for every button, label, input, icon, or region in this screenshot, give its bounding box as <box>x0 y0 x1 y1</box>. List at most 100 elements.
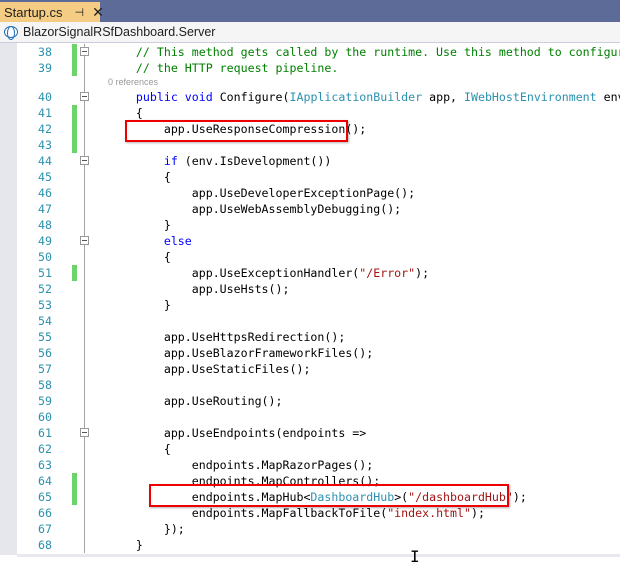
outline-line <box>84 60 85 76</box>
outline-line <box>84 281 85 297</box>
horizontal-scrollbar[interactable] <box>17 554 620 557</box>
code-token: if <box>163 154 178 168</box>
collapse-icon[interactable] <box>80 428 89 437</box>
editor-margin <box>0 43 17 555</box>
code-text: app.UseDeveloperExceptionPage(); <box>108 185 415 201</box>
code-token: IWebHostEnvironment <box>464 90 597 104</box>
tab-bar: Startup.cs ⊣ ✕ <box>0 0 620 22</box>
code-line[interactable]: 49 else <box>17 233 620 249</box>
outline-line <box>84 313 85 329</box>
project-navigation-bar[interactable]: BlazorSignalRSfDashboard.Server <box>0 22 620 43</box>
code-line[interactable]: 45 { <box>17 169 620 185</box>
collapse-icon[interactable] <box>80 236 89 245</box>
code-line[interactable]: 55 app.UseHttpsRedirection(); <box>17 329 620 345</box>
outline-line <box>84 76 85 89</box>
line-number: 50 <box>38 250 52 264</box>
code-line[interactable]: 52 app.UseHsts(); <box>17 281 620 297</box>
code-line[interactable]: 39 // the HTTP request pipeline. <box>17 60 620 76</box>
outline-line <box>84 393 85 409</box>
code-line[interactable]: 62 { <box>17 441 620 457</box>
code-token: app, <box>422 90 465 104</box>
line-number: 38 <box>38 45 52 59</box>
close-icon[interactable]: ✕ <box>92 4 104 21</box>
code-text: // This method gets called by the runtim… <box>108 44 620 60</box>
outline-line <box>84 121 85 137</box>
code-token: public <box>135 90 178 104</box>
outline-line <box>84 169 85 185</box>
outline-line <box>84 521 85 537</box>
line-number: 68 <box>38 538 52 552</box>
code-token: endpoints.MapRazorPages(); <box>108 458 374 472</box>
code-text: app.UseWebAssemblyDebugging(); <box>108 201 401 217</box>
line-number: 51 <box>38 266 52 280</box>
line-number: 63 <box>38 458 52 472</box>
code-line[interactable]: 63 endpoints.MapRazorPages(); <box>17 457 620 473</box>
line-number: 39 <box>38 61 52 75</box>
code-text: app.UseExceptionHandler("/Error"); <box>108 265 429 281</box>
outline-line <box>84 505 85 521</box>
code-text: { <box>108 249 171 265</box>
code-text: app.UseBlazorFrameworkFiles(); <box>108 345 373 361</box>
tab-label: Startup.cs <box>4 4 63 20</box>
code-line[interactable]: 44 if (env.IsDevelopment()) <box>17 153 620 169</box>
code-line[interactable]: 58 <box>17 377 620 393</box>
pin-icon[interactable]: ⊣ <box>75 6 85 19</box>
line-number: 45 <box>38 170 52 184</box>
code-line[interactable]: 57 app.UseStaticFiles(); <box>17 361 620 377</box>
tab-startup-cs[interactable]: Startup.cs ⊣ ✕ <box>0 2 104 22</box>
code-line[interactable]: 48 } <box>17 217 620 233</box>
outline-line <box>84 329 85 345</box>
code-line[interactable]: 54 <box>17 313 620 329</box>
project-name: BlazorSignalRSfDashboard.Server <box>23 25 216 39</box>
code-text: // the HTTP request pipeline. <box>108 60 338 76</box>
code-text: if (env.IsDevelopment()) <box>108 153 332 169</box>
collapse-icon[interactable] <box>80 47 89 56</box>
line-number: 59 <box>38 394 52 408</box>
code-line[interactable]: 59 app.UseRouting(); <box>17 393 620 409</box>
code-token: // the HTTP request pipeline. <box>108 61 339 75</box>
code-token: endpoints.MapFallbackToFile( <box>108 506 388 520</box>
code-text: } <box>108 297 171 313</box>
code-line[interactable]: 67 }); <box>17 521 620 537</box>
web-project-icon <box>4 26 18 40</box>
code-line[interactable]: 38 // This method gets called by the run… <box>17 44 620 60</box>
code-token: app.UseBlazorFrameworkFiles(); <box>108 346 374 360</box>
line-number: 66 <box>38 506 52 520</box>
code-line[interactable]: 66 endpoints.MapFallbackToFile("index.ht… <box>17 505 620 521</box>
code-token: env) <box>603 90 620 104</box>
code-token: app.UseHttpsRedirection(); <box>108 330 346 344</box>
code-line[interactable]: 61 app.UseEndpoints(endpoints => <box>17 425 620 441</box>
code-line[interactable]: 60 <box>17 409 620 425</box>
outline-line <box>84 217 85 233</box>
code-line[interactable]: 40 public void Configure(IApplicationBui… <box>17 89 620 105</box>
outline-line <box>84 457 85 473</box>
line-number: 43 <box>38 138 52 152</box>
code-token: { <box>108 170 171 184</box>
highlight-box-response-compression <box>125 120 348 142</box>
code-line[interactable]: 47 app.UseWebAssemblyDebugging(); <box>17 201 620 217</box>
codelens-references[interactable]: 0 references <box>108 76 158 89</box>
outline-line <box>84 441 85 457</box>
code-token: IApplicationBuilder <box>289 90 423 104</box>
code-line[interactable]: 56 app.UseBlazorFrameworkFiles(); <box>17 345 620 361</box>
code-line[interactable]: 46 app.UseDeveloperExceptionPage(); <box>17 185 620 201</box>
code-token: "/Error" <box>359 266 416 280</box>
line-number: 40 <box>38 90 52 104</box>
code-token: Configure( <box>212 90 290 104</box>
code-text: endpoints.MapFallbackToFile("index.html"… <box>108 505 485 521</box>
line-number: 47 <box>38 202 52 216</box>
code-token: app.UseHsts(); <box>108 282 290 296</box>
line-number: 65 <box>38 490 52 504</box>
code-line[interactable]: 68 } <box>17 537 620 553</box>
code-line[interactable]: 53 } <box>17 297 620 313</box>
code-line[interactable]: 51 app.UseExceptionHandler("/Error"); <box>17 265 620 281</box>
outline-line <box>84 185 85 201</box>
collapse-icon[interactable] <box>80 92 89 101</box>
code-line[interactable]: 41 { <box>17 105 620 121</box>
text-cursor-icon: I <box>410 547 420 566</box>
collapse-icon[interactable] <box>80 156 89 165</box>
code-line[interactable]: 50 { <box>17 249 620 265</box>
code-token: app.UseStaticFiles(); <box>108 362 311 376</box>
